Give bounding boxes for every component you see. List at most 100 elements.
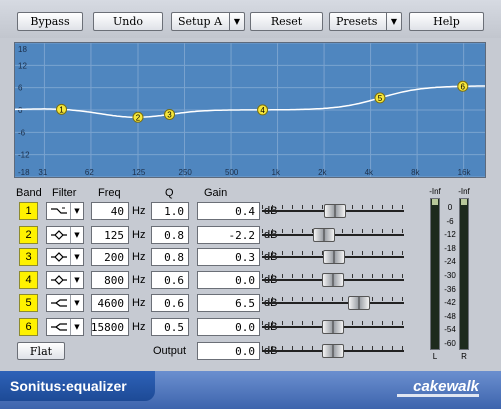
freq-unit: Hz bbox=[132, 297, 146, 309]
q-field-1[interactable]: 1.0 bbox=[151, 202, 189, 220]
y-tick-label: 6 bbox=[18, 84, 23, 93]
q-field-3[interactable]: 0.8 bbox=[151, 248, 189, 266]
freq-field-1[interactable]: 40 bbox=[91, 202, 129, 220]
setup-dropdown[interactable]: Setup A ▼ bbox=[171, 12, 245, 31]
x-tick-label: 500 bbox=[225, 168, 239, 177]
gain-field-3[interactable]: 0.3 bbox=[197, 248, 260, 266]
freq-field-5[interactable]: 4600 bbox=[91, 294, 129, 312]
meter-scale-label: -30 bbox=[444, 271, 456, 280]
q-field-5[interactable]: 0.6 bbox=[151, 294, 189, 312]
meter-left-peak: -Inf bbox=[429, 187, 441, 196]
freq-unit: Hz bbox=[132, 205, 146, 217]
meter-scale-label: -24 bbox=[444, 257, 456, 267]
gain-slider-thumb-4[interactable] bbox=[322, 273, 344, 287]
meter-scale-label: -42 bbox=[444, 298, 456, 308]
y-tick-label: -6 bbox=[18, 128, 26, 137]
meter-scale-label: -6 bbox=[446, 216, 454, 226]
filter-header: Filter bbox=[52, 187, 77, 199]
y-tick-label: -18 bbox=[18, 168, 30, 177]
chevron-down-icon: ▼ bbox=[70, 295, 83, 311]
chevron-down-icon: ▼ bbox=[70, 319, 83, 335]
meter-right-peak: -Inf bbox=[458, 187, 470, 196]
gain-field-4[interactable]: 0.0 bbox=[197, 271, 260, 289]
chevron-down-icon: ▼ bbox=[70, 272, 83, 288]
freq-unit: Hz bbox=[132, 274, 146, 286]
band-button-2[interactable]: 2 bbox=[19, 226, 38, 244]
meter-scale-label: -36 bbox=[444, 284, 456, 294]
chevron-down-icon: ▼ bbox=[229, 13, 244, 30]
q-field-2[interactable]: 0.8 bbox=[151, 226, 189, 244]
x-tick-label: 4k bbox=[365, 168, 374, 177]
band-button-4[interactable]: 4 bbox=[19, 271, 38, 289]
filter-select-3[interactable]: ▼ bbox=[46, 248, 84, 266]
q-field-4[interactable]: 0.6 bbox=[151, 271, 189, 289]
gain-slider-thumb-3[interactable] bbox=[323, 250, 346, 264]
freq-field-3[interactable]: 200 bbox=[91, 248, 129, 266]
high-shelf-icon bbox=[47, 319, 70, 335]
filter-select-4[interactable]: ▼ bbox=[46, 271, 84, 289]
band-button-5[interactable]: 5 bbox=[19, 294, 38, 312]
q-field-6[interactable]: 0.5 bbox=[151, 318, 189, 336]
gain-slider-ticks-5 bbox=[262, 297, 404, 301]
x-tick-label: 8k bbox=[411, 168, 420, 177]
y-tick-label: 18 bbox=[18, 45, 27, 54]
freq-header: Freq bbox=[98, 187, 121, 199]
x-tick-label: 2k bbox=[318, 168, 327, 177]
footer: Sonitus:equalizer cakewalk bbox=[0, 371, 501, 409]
reset-button[interactable]: Reset bbox=[250, 12, 323, 31]
meter-scale-label: -18 bbox=[444, 243, 456, 253]
gain-slider-thumb-2[interactable] bbox=[313, 228, 336, 242]
output-label: Output bbox=[153, 345, 187, 357]
gain-slider-thumb-1[interactable] bbox=[323, 204, 346, 218]
help-button[interactable]: Help bbox=[409, 12, 484, 31]
band-button-3[interactable]: 3 bbox=[19, 248, 38, 266]
meter-left-label: L bbox=[432, 352, 438, 361]
output-slider-thumb[interactable] bbox=[322, 344, 344, 358]
y-tick-label: 12 bbox=[18, 61, 27, 70]
y-tick-label: 0 bbox=[18, 106, 23, 115]
freq-field-4[interactable]: 800 bbox=[91, 271, 129, 289]
x-tick-label: 125 bbox=[132, 168, 146, 177]
gain-field-1[interactable]: 0.4 bbox=[197, 202, 260, 220]
meter-scale-label: -48 bbox=[444, 311, 456, 321]
freq-field-6[interactable]: 15800 bbox=[91, 318, 129, 336]
gain-field-5[interactable]: 6.5 bbox=[197, 294, 260, 312]
chevron-down-icon: ▼ bbox=[70, 227, 83, 243]
setup-dropdown-label: Setup A bbox=[178, 15, 223, 28]
meter-scale-label: 0 bbox=[447, 203, 453, 212]
flat-button[interactable]: Flat bbox=[17, 342, 65, 360]
presets-dropdown-label: Presets bbox=[336, 15, 378, 28]
band-button-1[interactable]: 1 bbox=[19, 202, 38, 220]
brand-logo: cakewalk bbox=[413, 378, 479, 395]
peak-icon bbox=[47, 227, 70, 243]
x-tick-label: 1k bbox=[272, 168, 281, 177]
band-button-6[interactable]: 6 bbox=[19, 318, 38, 336]
eq-graph[interactable]: 18 12 6 0 -6 -12 -18 31 62 125 250 500 1k 2k 4k 8k 16k 1 2… bbox=[14, 42, 486, 178]
undo-button[interactable]: Undo bbox=[93, 12, 163, 31]
filter-select-5[interactable]: ▼ bbox=[46, 294, 84, 312]
gain-header: Gain bbox=[204, 187, 228, 199]
bypass-button[interactable]: Bypass bbox=[17, 12, 83, 31]
chevron-down-icon: ▼ bbox=[386, 13, 401, 30]
output-gain-field[interactable]: 0.0 bbox=[197, 342, 260, 360]
filter-select-6[interactable]: ▼ bbox=[46, 318, 84, 336]
peak-icon bbox=[47, 272, 70, 288]
eq-node-label: 6 bbox=[461, 82, 466, 91]
meter-scale-label: -60 bbox=[444, 339, 456, 348]
filter-select-2[interactable]: ▼ bbox=[46, 226, 84, 244]
gain-field-2[interactable]: -2.2 bbox=[197, 226, 260, 244]
meter-scale-label: -12 bbox=[444, 230, 456, 240]
filter-select-1[interactable]: ▼ bbox=[46, 202, 84, 220]
presets-dropdown[interactable]: Presets ▼ bbox=[329, 12, 402, 31]
gain-slider-track-5[interactable] bbox=[262, 302, 404, 304]
gain-slider-thumb-5[interactable] bbox=[347, 296, 370, 310]
meter-right-label: R bbox=[461, 352, 467, 361]
gain-field-6[interactable]: 0.0 bbox=[197, 318, 260, 336]
eq-graph-canvas[interactable]: 181260-6-12-18 31 62 125 250 500 1k 2k 4k 8k 16k12… bbox=[15, 43, 485, 177]
y-tick-label: -12 bbox=[18, 151, 30, 160]
gain-slider-thumb-6[interactable] bbox=[322, 320, 344, 334]
x-tick-label: 250 bbox=[179, 168, 193, 177]
chevron-down-icon: ▼ bbox=[70, 249, 83, 265]
freq-field-2[interactable]: 125 bbox=[91, 226, 129, 244]
meter-right bbox=[459, 198, 469, 350]
